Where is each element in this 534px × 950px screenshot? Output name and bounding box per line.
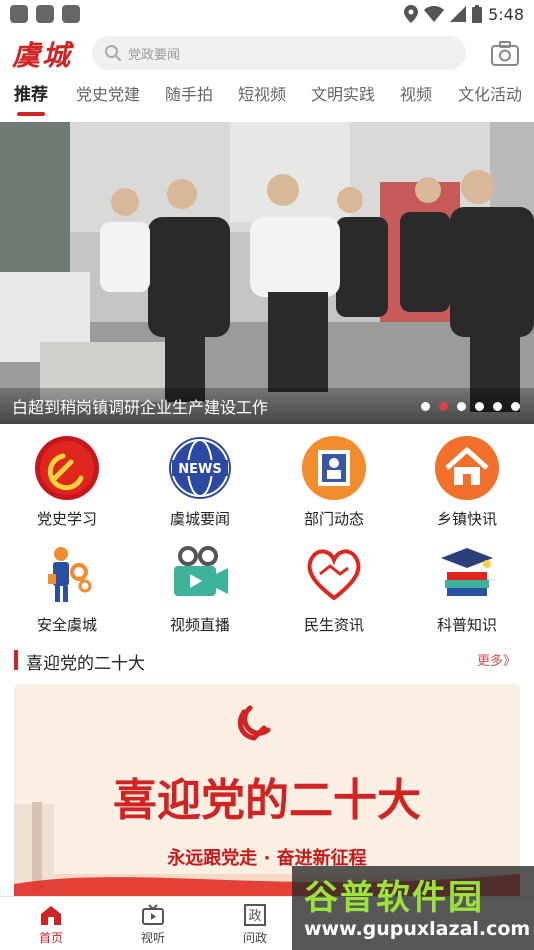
- app-logo: 虞城: [12, 39, 73, 72]
- tab-recommend[interactable]: 推荐: [14, 82, 48, 118]
- carousel-dot[interactable]: [511, 402, 520, 411]
- battery-icon: [472, 5, 483, 23]
- heart-handshake-icon: [307, 549, 361, 601]
- carousel-dot[interactable]: [421, 402, 430, 411]
- more-link[interactable]: 更多》: [477, 650, 516, 669]
- tab-culture[interactable]: 文化活动: [458, 82, 522, 118]
- nav-politics[interactable]: 政 问政: [204, 897, 306, 950]
- grid-item-label: 部门动态: [303, 510, 364, 528]
- nav-home[interactable]: 首页: [0, 897, 102, 950]
- section-title: 喜迎党的二十大: [26, 654, 145, 674]
- notification-icon: [36, 5, 54, 23]
- search-bar[interactable]: 党政要闻: [92, 36, 466, 70]
- section-accent-bar: [14, 650, 18, 670]
- search-icon: [105, 45, 121, 61]
- carousel-dot[interactable]: [475, 402, 484, 411]
- tab-video[interactable]: 视频: [400, 82, 432, 118]
- grid-item-safety[interactable]: 安全虞城: [0, 536, 134, 642]
- department-icon: [302, 436, 366, 500]
- signal-icon: [450, 6, 467, 22]
- tv-icon: [142, 904, 164, 925]
- home-icon: [435, 436, 499, 500]
- category-tabs: 推荐 党史党建 随手拍 短视频 文明实践 视频 文化活动: [0, 82, 534, 118]
- search-placeholder: 党政要闻: [128, 47, 181, 63]
- notification-icon: [62, 5, 80, 23]
- graduation-books-icon: [441, 548, 493, 596]
- tab-short-video[interactable]: 短视频: [238, 82, 286, 118]
- grid-item-science[interactable]: 科普知识: [400, 536, 534, 642]
- tab-party-history[interactable]: 党史党建: [76, 82, 140, 118]
- grid-item-party-history-study[interactable]: 党史学习: [0, 430, 134, 536]
- app-header: 虞城 党政要闻: [0, 34, 534, 74]
- news-banner-carousel[interactable]: 白超到稍岗镇调研企业生产建设工作: [0, 122, 534, 424]
- status-bar: 5:48: [0, 0, 534, 28]
- clock: 5:48: [488, 4, 524, 24]
- grid-item-label: 乡镇快讯: [436, 510, 497, 528]
- carousel-dot-active[interactable]: [439, 402, 448, 411]
- wifi-icon: [424, 6, 445, 22]
- category-grid: 党史学习 NEWS 虞城要闻 部门动态 乡镇快讯 安全虞城 视频直播 民生资讯 …: [0, 430, 534, 640]
- safety-worker-icon: [48, 547, 92, 602]
- camera-icon[interactable]: [490, 40, 520, 68]
- grid-item-live-video[interactable]: 视频直播: [133, 536, 267, 642]
- nav-label: 视听: [140, 931, 165, 945]
- watermark-url: www.gupuxlazal.com: [304, 918, 531, 940]
- notification-icon: [10, 5, 28, 23]
- grid-item-label: 党史学习: [36, 510, 97, 528]
- grid-item-town-news[interactable]: 乡镇快讯: [400, 430, 534, 536]
- news-globe-icon: NEWS: [169, 437, 231, 499]
- grid-item-label: 科普知识: [436, 616, 497, 634]
- banner-photo: [0, 122, 534, 424]
- grid-item-label: 安全虞城: [36, 616, 97, 634]
- location-icon: [404, 5, 419, 23]
- poster-title: 喜迎党的二十大: [113, 775, 421, 826]
- nav-label: 问政: [242, 931, 267, 945]
- svg-text:NEWS: NEWS: [178, 462, 221, 477]
- grid-item-livelihood-news[interactable]: 民生资讯: [267, 536, 401, 642]
- section-header: 喜迎党的二十大 更多》: [0, 646, 534, 676]
- carousel-dot[interactable]: [457, 402, 466, 411]
- politics-icon: 政: [244, 904, 266, 926]
- grid-item-yucheng-news[interactable]: NEWS 虞城要闻: [133, 430, 267, 536]
- grid-item-department-news[interactable]: 部门动态: [267, 430, 401, 536]
- grid-item-label: 视频直播: [169, 616, 230, 634]
- tab-civilization[interactable]: 文明实践: [311, 82, 375, 118]
- nav-label: 首页: [38, 931, 63, 945]
- video-camera-icon: [174, 546, 228, 596]
- home-icon: [41, 906, 61, 925]
- carousel-indicator: [421, 402, 520, 411]
- watermark-title: 谷普软件园: [304, 878, 484, 918]
- carousel-dot[interactable]: [493, 402, 502, 411]
- watermark: 谷普软件园 www.gupuxlazal.com: [292, 866, 534, 950]
- grid-item-label: 虞城要闻: [169, 510, 230, 528]
- grid-item-label: 民生资讯: [303, 616, 364, 634]
- tab-snapshot[interactable]: 随手拍: [165, 82, 213, 118]
- party-emblem-icon: [35, 436, 99, 500]
- svg-text:政: 政: [248, 909, 261, 924]
- nav-av[interactable]: 视听: [102, 897, 204, 950]
- banner-title[interactable]: 白超到稍岗镇调研企业生产建设工作: [12, 394, 268, 418]
